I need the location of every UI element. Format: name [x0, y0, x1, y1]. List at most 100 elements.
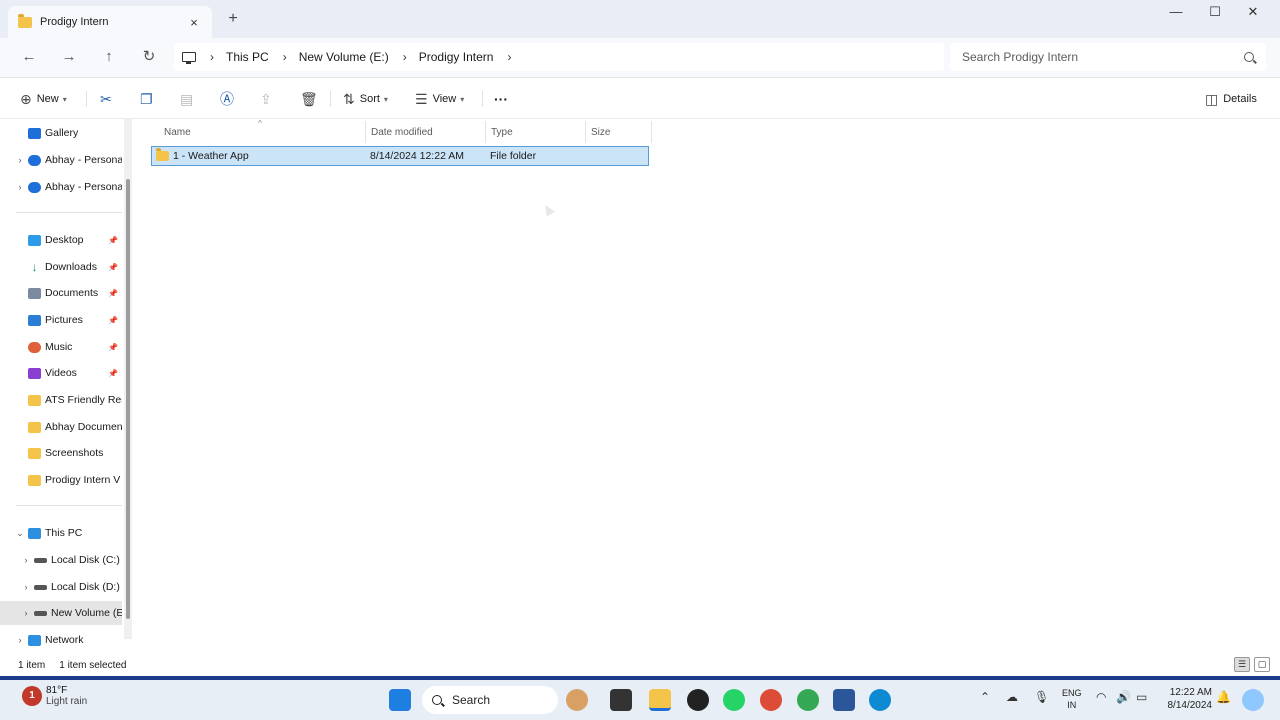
- cloud-icon: [28, 181, 41, 193]
- cloud-icon: [28, 154, 41, 166]
- nav-item-documents[interactable]: Documents 📌: [0, 281, 122, 305]
- widget-icon[interactable]: [566, 689, 588, 711]
- edge-icon[interactable]: [869, 689, 891, 711]
- cloud-icon[interactable]: ☁: [1006, 690, 1018, 704]
- chevron-right-icon[interactable]: ›: [12, 182, 28, 192]
- column-header-type[interactable]: Type: [485, 121, 585, 143]
- weather-widget[interactable]: 1 81°F Light rain: [22, 685, 87, 707]
- new-button[interactable]: ⊕ New ▾: [20, 88, 67, 110]
- cut-button[interactable]: ✂: [100, 88, 117, 110]
- word-icon[interactable]: [833, 689, 855, 711]
- volume-icon[interactable]: 🔊: [1116, 690, 1131, 704]
- breadcrumb-new-volume[interactable]: New Volume (E:): [299, 50, 389, 64]
- trash-icon: 🗑: [300, 90, 318, 107]
- nav-item-prodigy-intern[interactable]: Prodigy Intern V: [0, 468, 122, 492]
- nav-item-gallery[interactable]: Gallery: [0, 121, 122, 145]
- nav-item-ats-friendly[interactable]: ATS Friendly Res: [0, 388, 122, 412]
- nav-item-onedrive-2[interactable]: › Abhay - Persona: [0, 175, 123, 199]
- chevron-right-icon[interactable]: ›: [507, 50, 511, 64]
- computer-icon: [182, 52, 196, 64]
- nav-item-new-volume-e[interactable]: › New Volume (E: [0, 601, 122, 625]
- chevron-right-icon[interactable]: ›: [18, 555, 34, 565]
- chevron-right-icon[interactable]: ›: [12, 635, 28, 645]
- chevron-up-icon[interactable]: ⌃: [980, 690, 990, 704]
- task-view-icon[interactable]: [610, 689, 632, 711]
- nav-item-onedrive-1[interactable]: › Abhay - Persona: [0, 148, 123, 172]
- column-header-name[interactable]: Name: [158, 121, 364, 143]
- nav-item-music[interactable]: Music 📌: [0, 335, 122, 359]
- breadcrumb-prodigy-intern[interactable]: Prodigy Intern: [419, 50, 494, 64]
- back-button[interactable]: ←: [17, 46, 41, 68]
- nav-item-desktop[interactable]: Desktop 📌: [0, 228, 122, 252]
- file-explorer-icon[interactable]: [649, 689, 671, 711]
- view-button[interactable]: ☰ View ▾: [415, 88, 464, 110]
- share-button[interactable]: ⇪: [260, 88, 277, 110]
- whatsapp-icon[interactable]: [723, 689, 745, 711]
- wifi-icon[interactable]: ◠: [1096, 690, 1106, 704]
- close-window-button[interactable]: ✕: [1238, 4, 1268, 20]
- drive-icon: [34, 610, 47, 616]
- nav-item-pictures[interactable]: Pictures 📌: [0, 308, 122, 332]
- chrome-profile-icon[interactable]: [797, 689, 819, 711]
- refresh-button[interactable]: ↻: [137, 46, 161, 68]
- breadcrumb-this-pc[interactable]: This PC: [226, 50, 269, 64]
- details-button[interactable]: ◫ Details: [1205, 88, 1257, 110]
- start-button[interactable]: [389, 689, 411, 711]
- chevron-down-icon[interactable]: ⌄: [12, 528, 28, 539]
- language-indicator[interactable]: ENG IN: [1062, 687, 1082, 711]
- file-list[interactable]: ^ Name Date modified Type Size 1 - Weath…: [135, 119, 1280, 654]
- pin-icon: 📌: [108, 315, 118, 325]
- nav-item-network[interactable]: › Network: [0, 628, 122, 652]
- nav-item-downloads[interactable]: ↓ Downloads 📌: [0, 255, 122, 279]
- taskbar-search[interactable]: Search: [422, 686, 558, 714]
- search-box[interactable]: Search Prodigy Intern: [950, 43, 1266, 71]
- new-tab-button[interactable]: +: [224, 10, 242, 28]
- table-row[interactable]: 1 - Weather App 8/14/2024 12:22 AM File …: [151, 146, 649, 166]
- rename-button[interactable]: Ⓐ: [220, 88, 239, 110]
- search-input[interactable]: Search Prodigy Intern: [962, 50, 1244, 64]
- chevron-down-icon: ▾: [62, 94, 67, 104]
- app-icon[interactable]: [687, 689, 709, 711]
- tab-close-button[interactable]: ×: [186, 15, 202, 30]
- more-options-button[interactable]: ···: [494, 88, 508, 110]
- nav-item-videos[interactable]: Videos 📌: [0, 361, 122, 385]
- drive-icon: [34, 584, 47, 590]
- sort-button[interactable]: ⇅ Sort ▾: [343, 88, 388, 110]
- chevron-down-icon: ▾: [460, 94, 465, 104]
- details-view-button[interactable]: ☰: [1234, 657, 1250, 672]
- clock[interactable]: 12:22 AM 8/14/2024: [1160, 686, 1213, 712]
- paste-button[interactable]: ▤: [180, 88, 198, 110]
- explorer-tab[interactable]: Prodigy Intern ×: [8, 6, 212, 38]
- folder-icon: [28, 421, 41, 433]
- pin-icon: 📌: [108, 342, 118, 352]
- column-header-size[interactable]: Size: [585, 121, 651, 143]
- forward-button[interactable]: →: [57, 46, 81, 68]
- notification-bell-icon[interactable]: 🔔: [1216, 690, 1231, 704]
- copilot-icon[interactable]: [1242, 689, 1264, 711]
- nav-item-this-pc[interactable]: ⌄ This PC: [0, 521, 122, 545]
- desktop-icon: [28, 234, 41, 246]
- minimize-button[interactable]: —: [1161, 4, 1191, 19]
- column-header-date[interactable]: Date modified: [365, 121, 485, 143]
- microphone-icon[interactable]: 🎙: [1034, 690, 1049, 704]
- nav-scrollbar-thumb[interactable]: [126, 179, 130, 619]
- tiles-view-button[interactable]: ▢: [1254, 657, 1270, 672]
- nav-item-abhay-documents[interactable]: Abhay Documen: [0, 415, 122, 439]
- copy-button[interactable]: ❐: [140, 88, 158, 110]
- delete-button[interactable]: 🗑: [300, 88, 323, 110]
- maximize-button[interactable]: ☐: [1200, 4, 1230, 20]
- nav-item-screenshots[interactable]: Screenshots: [0, 441, 122, 465]
- clipboard-icon: ▤: [180, 90, 194, 107]
- folder-icon: [156, 148, 169, 161]
- nav-item-local-disk-c[interactable]: › Local Disk (C:): [0, 548, 122, 572]
- tab-title: Prodigy Intern: [40, 16, 109, 28]
- pin-icon: 📌: [108, 368, 118, 378]
- chevron-right-icon[interactable]: ›: [18, 608, 34, 618]
- chevron-right-icon[interactable]: ›: [12, 155, 28, 165]
- nav-item-local-disk-d[interactable]: › Local Disk (D:): [0, 575, 122, 599]
- up-button[interactable]: ↑: [97, 46, 121, 68]
- battery-icon[interactable]: ▭: [1136, 690, 1147, 704]
- chevron-right-icon[interactable]: ›: [18, 582, 34, 592]
- address-bar[interactable]: › This PC › New Volume (E:) › Prodigy In…: [174, 43, 944, 71]
- chrome-icon[interactable]: [760, 689, 782, 711]
